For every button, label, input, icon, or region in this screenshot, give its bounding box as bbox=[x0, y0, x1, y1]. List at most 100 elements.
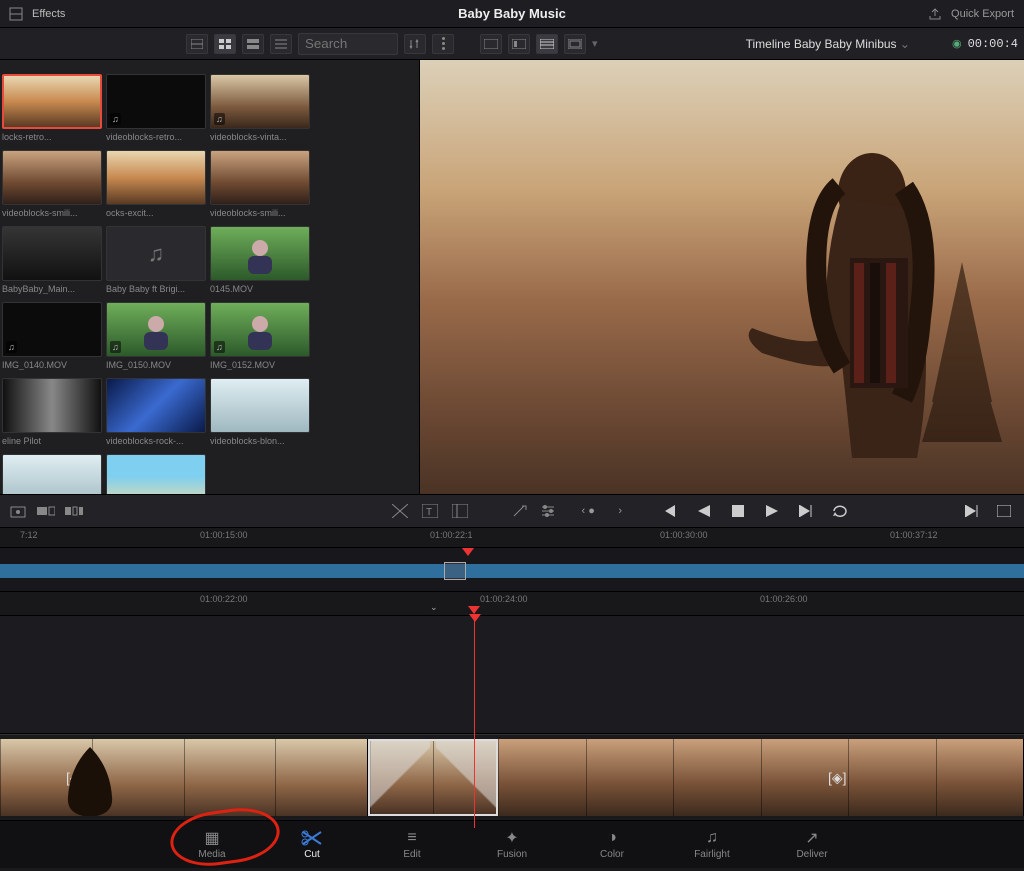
person-icon bbox=[240, 234, 280, 274]
video-track-2[interactable] bbox=[0, 616, 1024, 734]
clip-label: videoblocks-blon... bbox=[210, 436, 310, 446]
clip-thumb[interactable]: ♫ bbox=[2, 302, 102, 357]
audio-badge-icon: ♫ bbox=[6, 341, 17, 353]
video-track-1[interactable]: [◈] [◈] bbox=[0, 734, 1024, 820]
clip-thumb[interactable]: ♫ bbox=[106, 74, 206, 129]
clip-thumb[interactable] bbox=[2, 454, 102, 494]
clip-thumb[interactable] bbox=[2, 226, 102, 281]
audio-badge-icon: ♫ bbox=[214, 113, 225, 125]
viewer-timecode[interactable]: 00:00:4 bbox=[968, 37, 1018, 51]
viewer-tree bbox=[912, 262, 1012, 442]
clip-thumb[interactable] bbox=[2, 150, 102, 205]
quick-export-label[interactable]: Quick Export bbox=[951, 8, 1014, 20]
view-strip-icon[interactable] bbox=[242, 34, 264, 54]
clip-thumb[interactable] bbox=[106, 454, 206, 494]
clip-thumb[interactable] bbox=[106, 150, 206, 205]
cut-icon bbox=[301, 829, 323, 847]
clip-label: BabyBaby_Main... bbox=[2, 284, 102, 294]
effects-icon[interactable] bbox=[6, 4, 26, 24]
view-thumb-icon[interactable] bbox=[214, 34, 236, 54]
clip-thumb[interactable]: ♫ bbox=[106, 302, 206, 357]
mini-timeline[interactable] bbox=[0, 548, 1024, 592]
jog-right-icon[interactable]: › bbox=[610, 501, 630, 521]
safe-area-icon[interactable] bbox=[564, 34, 586, 54]
title-icon[interactable]: T bbox=[420, 501, 440, 521]
zoom-playhead-icon[interactable] bbox=[468, 606, 480, 614]
mini-playhead-icon[interactable] bbox=[462, 548, 474, 556]
lower-timeline-ruler[interactable]: ⌄ 01:00:22:0001:00:24:0001:00:26:00 bbox=[0, 592, 1024, 616]
page-media[interactable]: ▦Media bbox=[182, 829, 242, 860]
timeline-selector[interactable]: Timeline Baby Baby Minibus ⌄ bbox=[746, 37, 910, 51]
view-list-icon[interactable] bbox=[270, 34, 292, 54]
clip-label: videoblocks-vinta... bbox=[210, 132, 310, 142]
append-icon[interactable] bbox=[36, 501, 56, 521]
timeline-clip[interactable]: [◈] bbox=[0, 739, 368, 816]
transition-icon[interactable] bbox=[390, 501, 410, 521]
viewer[interactable] bbox=[420, 60, 1024, 494]
full-screen-icon[interactable] bbox=[994, 501, 1014, 521]
source-clip-icon[interactable] bbox=[480, 34, 502, 54]
clip-thumb[interactable] bbox=[2, 74, 102, 129]
stop-icon[interactable] bbox=[728, 501, 748, 521]
first-frame-icon[interactable] bbox=[660, 501, 680, 521]
ruler-mark: 01:00:37:12 bbox=[890, 530, 938, 540]
edit-icon: ≡ bbox=[407, 829, 416, 847]
media-icon: ▦ bbox=[204, 829, 219, 847]
jog-left-icon[interactable]: ‹ ● bbox=[578, 501, 598, 521]
clip-thumb[interactable]: ♫ bbox=[106, 226, 206, 281]
upper-timeline-ruler[interactable]: 7:1201:00:15:0001:00:22:101:00:30:0001:0… bbox=[0, 528, 1024, 548]
audio-badge-icon: ♫ bbox=[214, 341, 225, 353]
pool-menu-icon[interactable] bbox=[432, 34, 454, 54]
next-icon[interactable] bbox=[796, 501, 816, 521]
last-frame-icon[interactable] bbox=[962, 501, 982, 521]
deliver-icon: ↗ bbox=[805, 829, 818, 847]
loop-icon[interactable] bbox=[830, 501, 850, 521]
media-pool[interactable]: locks-retro...♫videoblocks-retro...♫vide… bbox=[0, 60, 420, 494]
clip-thumb[interactable]: ♫ bbox=[210, 302, 310, 357]
source-tape-icon[interactable] bbox=[508, 34, 530, 54]
effects-panel-icon[interactable] bbox=[450, 501, 470, 521]
ripple-icon[interactable] bbox=[64, 501, 84, 521]
clip-tree bbox=[60, 747, 120, 816]
tools-icon[interactable] bbox=[510, 501, 530, 521]
ruler-mark: 01:00:22:00 bbox=[200, 594, 248, 604]
chevron-down-icon[interactable]: ⌄ bbox=[430, 602, 438, 613]
timeline-clip-selected[interactable] bbox=[368, 739, 498, 816]
timeline-view-icon[interactable] bbox=[536, 34, 558, 54]
page-nav: ▦Media Cut ≡Edit ✦Fusion ◑Color ♫Fairlight ↗De… bbox=[0, 820, 1024, 868]
playhead-handle-icon[interactable] bbox=[469, 614, 481, 622]
play-icon[interactable] bbox=[762, 501, 782, 521]
worldclock-icon[interactable]: ◉ bbox=[952, 37, 962, 50]
search-input[interactable] bbox=[298, 33, 398, 55]
page-fusion[interactable]: ✦Fusion bbox=[482, 829, 542, 860]
sliders-icon[interactable] bbox=[538, 501, 558, 521]
clip-label: Baby Baby ft Brigi... bbox=[106, 284, 206, 294]
page-cut[interactable]: Cut bbox=[282, 829, 342, 860]
mini-viewport[interactable] bbox=[444, 562, 466, 580]
page-color[interactable]: ◑Color bbox=[582, 829, 642, 860]
clip-thumb[interactable] bbox=[210, 226, 310, 281]
sort-icon[interactable] bbox=[404, 34, 426, 54]
clip-thumb[interactable]: ♫ bbox=[210, 74, 310, 129]
viewer-frame bbox=[420, 60, 1024, 494]
page-edit[interactable]: ≡Edit bbox=[382, 829, 442, 860]
audio-badge-icon: ♫ bbox=[110, 113, 121, 125]
export-icon[interactable] bbox=[925, 4, 945, 24]
view-metadata-icon[interactable] bbox=[186, 34, 208, 54]
trim-in-handle[interactable] bbox=[370, 741, 430, 814]
prev-icon[interactable] bbox=[694, 501, 714, 521]
clip-thumb[interactable] bbox=[210, 378, 310, 433]
audio-badge-icon: ♫ bbox=[110, 341, 121, 353]
trim-out-handle[interactable] bbox=[436, 741, 496, 814]
ruler-mark: 7:12 bbox=[20, 530, 38, 540]
clip-thumb[interactable] bbox=[2, 378, 102, 433]
person-icon bbox=[240, 310, 280, 350]
effects-label[interactable]: Effects bbox=[32, 8, 65, 20]
clip-thumb[interactable] bbox=[210, 150, 310, 205]
clip-thumb[interactable] bbox=[106, 378, 206, 433]
page-fairlight[interactable]: ♫Fairlight bbox=[682, 829, 742, 860]
timeline-clip[interactable]: [◈] bbox=[498, 739, 1024, 816]
playhead-line[interactable] bbox=[474, 616, 475, 828]
smart-insert-icon[interactable] bbox=[8, 501, 28, 521]
page-deliver[interactable]: ↗Deliver bbox=[782, 829, 842, 860]
